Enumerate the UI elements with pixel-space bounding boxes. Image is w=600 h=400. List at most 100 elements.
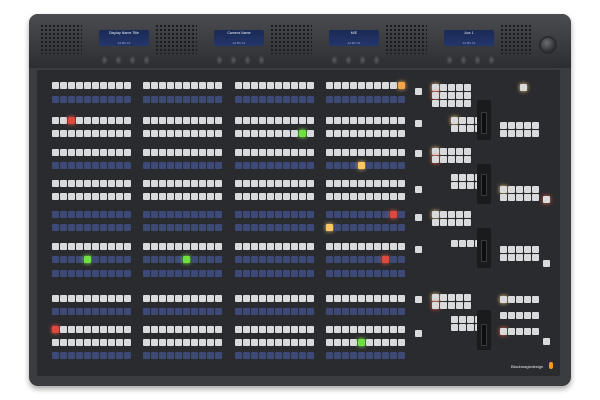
- source-button[interactable]: [215, 96, 222, 103]
- source-button[interactable]: [151, 295, 158, 302]
- source-button[interactable]: [267, 149, 274, 156]
- source-button[interactable]: [92, 295, 99, 302]
- control-button[interactable]: [467, 182, 474, 189]
- source-button[interactable]: [342, 149, 349, 156]
- source-button[interactable]: [275, 149, 282, 156]
- source-button[interactable]: [159, 224, 166, 231]
- source-button[interactable]: [183, 162, 190, 169]
- source-button[interactable]: [124, 326, 131, 333]
- control-button[interactable]: [500, 130, 507, 137]
- soft-knob[interactable]: [230, 55, 237, 65]
- source-button[interactable]: [151, 180, 158, 187]
- source-button[interactable]: [84, 96, 91, 103]
- source-button[interactable]: [100, 295, 107, 302]
- fader-handle[interactable]: [481, 174, 487, 196]
- source-button[interactable]: [151, 193, 158, 200]
- source-button[interactable]: [100, 130, 107, 137]
- fader-handle[interactable]: [481, 324, 487, 346]
- source-button[interactable]: [84, 193, 91, 200]
- control-button[interactable]: [451, 182, 458, 189]
- source-button[interactable]: [76, 308, 83, 315]
- source-button[interactable]: [215, 352, 222, 359]
- source-button[interactable]: [398, 270, 405, 277]
- source-button[interactable]: [366, 308, 373, 315]
- source-button[interactable]: [84, 224, 91, 231]
- control-button[interactable]: [532, 254, 539, 261]
- source-button[interactable]: [358, 149, 365, 156]
- source-button[interactable]: [299, 130, 306, 137]
- source-button[interactable]: [251, 130, 258, 137]
- source-button[interactable]: [84, 180, 91, 187]
- source-button[interactable]: [307, 96, 314, 103]
- source-button[interactable]: [100, 352, 107, 359]
- source-button[interactable]: [267, 211, 274, 218]
- source-button[interactable]: [151, 82, 158, 89]
- source-button[interactable]: [243, 180, 250, 187]
- source-button[interactable]: [143, 82, 150, 89]
- source-button[interactable]: [374, 256, 381, 263]
- source-button[interactable]: [151, 326, 158, 333]
- source-button[interactable]: [116, 211, 123, 218]
- source-button[interactable]: [291, 295, 298, 302]
- source-button[interactable]: [283, 243, 290, 250]
- source-button[interactable]: [251, 295, 258, 302]
- source-button[interactable]: [100, 117, 107, 124]
- source-button[interactable]: [175, 339, 182, 346]
- source-button[interactable]: [68, 256, 75, 263]
- source-button[interactable]: [159, 193, 166, 200]
- source-button[interactable]: [251, 256, 258, 263]
- source-button[interactable]: [68, 162, 75, 169]
- source-button[interactable]: [191, 270, 198, 277]
- source-button[interactable]: [350, 256, 357, 263]
- source-button[interactable]: [390, 180, 397, 187]
- source-button[interactable]: [116, 180, 123, 187]
- source-button[interactable]: [374, 352, 381, 359]
- soft-knob[interactable]: [143, 55, 150, 65]
- source-button[interactable]: [374, 149, 381, 156]
- source-button[interactable]: [52, 224, 59, 231]
- source-button[interactable]: [76, 270, 83, 277]
- source-button[interactable]: [52, 295, 59, 302]
- source-button[interactable]: [215, 308, 222, 315]
- source-button[interactable]: [275, 211, 282, 218]
- source-button[interactable]: [167, 130, 174, 137]
- control-button[interactable]: [448, 92, 455, 99]
- source-button[interactable]: [291, 243, 298, 250]
- source-button[interactable]: [251, 326, 258, 333]
- source-button[interactable]: [207, 339, 214, 346]
- source-button[interactable]: [283, 180, 290, 187]
- source-button[interactable]: [259, 308, 266, 315]
- source-button[interactable]: [60, 82, 67, 89]
- source-button[interactable]: [334, 193, 341, 200]
- control-button[interactable]: [532, 246, 539, 253]
- source-button[interactable]: [68, 339, 75, 346]
- source-button[interactable]: [151, 149, 158, 156]
- source-button[interactable]: [191, 224, 198, 231]
- function-button[interactable]: [415, 296, 422, 303]
- source-button[interactable]: [267, 130, 274, 137]
- source-button[interactable]: [398, 352, 405, 359]
- source-button[interactable]: [143, 308, 150, 315]
- source-button[interactable]: [151, 352, 158, 359]
- source-button[interactable]: [143, 256, 150, 263]
- source-button[interactable]: [334, 162, 341, 169]
- source-button[interactable]: [199, 162, 206, 169]
- source-button[interactable]: [76, 256, 83, 263]
- source-button[interactable]: [243, 82, 250, 89]
- control-button[interactable]: [516, 246, 523, 253]
- source-button[interactable]: [307, 308, 314, 315]
- source-button[interactable]: [235, 211, 242, 218]
- source-button[interactable]: [358, 162, 365, 169]
- source-button[interactable]: [398, 193, 405, 200]
- source-button[interactable]: [275, 224, 282, 231]
- source-button[interactable]: [76, 82, 83, 89]
- source-button[interactable]: [307, 326, 314, 333]
- source-button[interactable]: [183, 256, 190, 263]
- source-button[interactable]: [235, 224, 242, 231]
- source-button[interactable]: [76, 352, 83, 359]
- source-button[interactable]: [167, 352, 174, 359]
- control-button[interactable]: [440, 294, 447, 301]
- source-button[interactable]: [267, 352, 274, 359]
- source-button[interactable]: [207, 117, 214, 124]
- source-button[interactable]: [68, 82, 75, 89]
